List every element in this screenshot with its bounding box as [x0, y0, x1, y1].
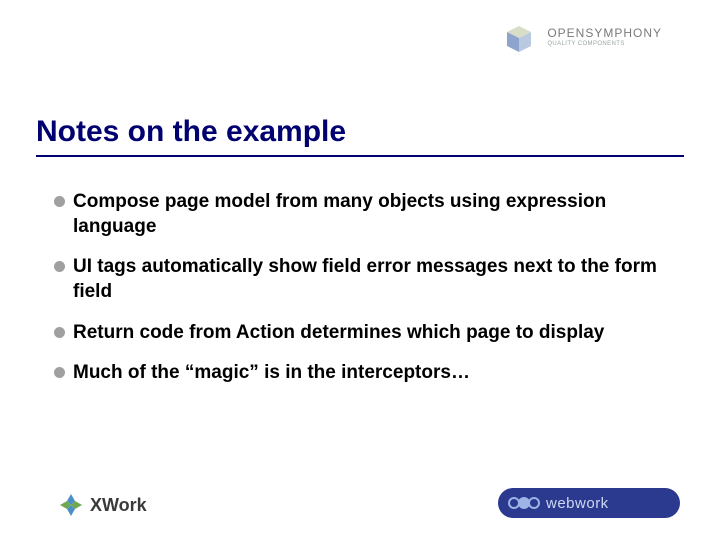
bullet-icon — [54, 327, 65, 338]
bullet-icon — [54, 367, 65, 378]
page-title: Notes on the example — [36, 115, 346, 149]
brand-tagline: QUALITY COMPONENTS — [547, 41, 662, 48]
footer: XWork webwork — [0, 486, 720, 518]
brand-text-block: OPENSYMPHONY QUALITY COMPONENTS — [547, 27, 662, 48]
webwork-brand: webwork — [498, 488, 680, 518]
bullet-icon — [54, 261, 65, 272]
xwork-brand: XWork — [58, 492, 147, 518]
bullet-text: UI tags automatically show field error m… — [73, 255, 664, 304]
list-item: Compose page model from many objects usi… — [54, 190, 664, 239]
xwork-label: XWork — [90, 495, 147, 516]
brand-name: OPENSYMPHONY — [547, 27, 662, 40]
bullet-icon — [54, 196, 65, 207]
opensymphony-cube-icon — [501, 18, 539, 56]
webwork-label: webwork — [546, 495, 609, 512]
title-underline — [36, 155, 684, 157]
list-item: Much of the “magic” is in the intercepto… — [54, 361, 664, 386]
webwork-icon — [508, 497, 540, 509]
bullet-list: Compose page model from many objects usi… — [54, 190, 664, 402]
bullet-text: Return code from Action determines which… — [73, 321, 604, 346]
list-item: UI tags automatically show field error m… — [54, 255, 664, 304]
bullet-text: Compose page model from many objects usi… — [73, 190, 664, 239]
xwork-icon — [58, 492, 84, 518]
list-item: Return code from Action determines which… — [54, 321, 664, 346]
bullet-text: Much of the “magic” is in the intercepto… — [73, 361, 470, 386]
header-brand: OPENSYMPHONY QUALITY COMPONENTS — [501, 18, 662, 56]
